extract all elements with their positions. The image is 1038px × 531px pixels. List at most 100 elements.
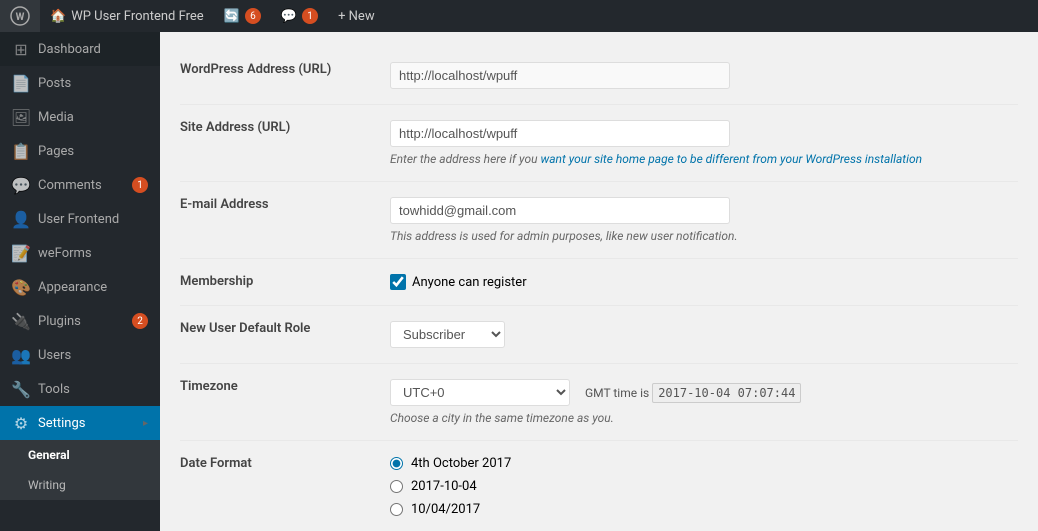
date-format-option-1: 4th October 2017 [390,456,1008,471]
site-name-label: WP User Frontend Free [71,9,204,24]
timezone-select[interactable]: UTC+0 UTC+1 UTC-5 [390,379,570,406]
wp-address-label: WordPress Address (URL) [180,47,380,105]
sidebar-item-label: Comments [38,178,102,193]
membership-checkbox[interactable] [390,274,406,290]
wp-logo-bar-item[interactable]: W [0,0,40,32]
settings-icon: ⚙ [12,414,30,432]
email-cell: This address is used for admin purposes,… [380,182,1018,259]
updates-icon: 🔄 [224,9,240,24]
sidebar-item-media[interactable]: 🖼 Media [0,100,160,134]
site-address-hint: Enter the address here if you want your … [390,152,1008,166]
membership-cell: Anyone can register [380,259,1018,306]
users-icon: 👥 [12,346,30,364]
date-format-radio-2[interactable] [390,480,403,493]
sidebar-item-label: Media [38,110,74,125]
date-format-label-1: 4th October 2017 [411,456,511,471]
sidebar-item-label: Pages [38,144,74,159]
email-hint: This address is used for admin purposes,… [390,229,1008,243]
svg-text:W: W [16,12,25,23]
wp-address-cell [380,47,1018,105]
email-input[interactable] [390,197,730,224]
site-address-input[interactable] [390,120,730,147]
date-format-option-2: 2017-10-04 [390,479,1008,494]
sidebar-item-weforms[interactable]: 📝 weForms [0,236,160,270]
sidebar-item-label: Users [38,348,71,363]
date-format-cell: 4th October 2017 2017-10-04 10/04/2017 [380,441,1018,531]
table-row: Membership Anyone can register [180,259,1018,306]
date-format-option-3: 10/04/2017 [390,502,1008,517]
sidebar-item-writing[interactable]: Writing [0,470,160,500]
sidebar-item-plugins[interactable]: 🔌 Plugins 2 [0,304,160,338]
date-format-radio-3[interactable] [390,503,403,516]
table-row: E-mail Address This address is used for … [180,182,1018,259]
date-format-label-2: 2017-10-04 [411,479,477,494]
sidebar-item-users[interactable]: 👥 Users [0,338,160,372]
site-name-bar-item[interactable]: 🏠 WP User Frontend Free [40,0,214,32]
home-icon: 🏠 [50,9,66,24]
date-format-label-3: 10/04/2017 [411,502,480,517]
posts-icon: 📄 [12,74,30,92]
new-bar-item[interactable]: + New [328,0,385,32]
date-format-radio-1[interactable] [390,457,403,470]
sidebar-item-label: Dashboard [38,42,101,57]
user-frontend-icon: 👤 [12,210,30,228]
date-format-label: Date Format [180,441,380,531]
sidebar-item-label: Appearance [38,280,107,295]
sidebar-item-appearance[interactable]: 🎨 Appearance [0,270,160,304]
main-content: WordPress Address (URL) Site Address (UR… [160,0,1038,531]
membership-label: Membership [180,259,380,306]
sidebar-item-label: Plugins [38,314,81,329]
comments-icon: 💬 [281,9,297,24]
table-row: WordPress Address (URL) [180,47,1018,105]
comments-count: 1 [302,8,318,24]
sidebar-item-label: Tools [38,382,70,397]
sidebar-item-posts[interactable]: 📄 Posts [0,66,160,100]
sidebar: ⊞ Dashboard 📄 Posts 🖼 Media 📋 Pages 💬 Co… [0,0,160,531]
comments-menu-icon: 💬 [12,176,30,194]
table-row: Date Format 4th October 2017 2017-10-04 [180,441,1018,531]
updates-bar-item[interactable]: 🔄 6 [214,0,271,32]
sidebar-item-label: Posts [38,76,71,91]
membership-checkbox-wrap: Anyone can register [390,274,1008,290]
pages-icon: 📋 [12,142,30,160]
sidebar-item-pages[interactable]: 📋 Pages [0,134,160,168]
sidebar-item-tools[interactable]: 🔧 Tools [0,372,160,406]
table-row: Site Address (URL) Enter the address her… [180,105,1018,182]
sidebar-item-comments[interactable]: 💬 Comments 1 [0,168,160,202]
timezone-cell: UTC+0 UTC+1 UTC-5 GMT time is 2017-10-04… [380,364,1018,441]
table-row: Timezone UTC+0 UTC+1 UTC-5 GMT time is 2 [180,364,1018,441]
date-format-radio-group: 4th October 2017 2017-10-04 10/04/2017 [390,456,1008,517]
sidebar-item-settings[interactable]: ⚙ Settings ▸ [0,406,160,440]
site-address-hint-link[interactable]: want your site home page to be different… [540,152,922,166]
new-user-role-label: New User Default Role [180,306,380,364]
new-user-role-cell: Subscriber Contributor Author Editor Adm… [380,306,1018,364]
appearance-icon: 🎨 [12,278,30,296]
sidebar-item-dashboard[interactable]: ⊞ Dashboard [0,32,160,66]
gmt-info: GMT time is 2017-10-04 07:07:44 [585,386,801,400]
plugins-badge: 2 [132,313,148,329]
updates-count: 6 [245,8,261,24]
site-address-cell: Enter the address here if you want your … [380,105,1018,182]
chevron-right-icon: ▸ [143,418,148,429]
gmt-time: 2017-10-04 07:07:44 [652,383,801,403]
comments-badge: 1 [132,177,148,193]
weforms-icon: 📝 [12,244,30,262]
sidebar-item-label: weForms [38,246,92,261]
sidebar-item-label: User Frontend [38,212,119,227]
plugins-icon: 🔌 [12,312,30,330]
dashboard-icon: ⊞ [12,40,30,58]
timezone-label: Timezone [180,364,380,441]
sidebar-item-general[interactable]: General [0,440,160,470]
membership-checkbox-label: Anyone can register [412,275,527,290]
submenu-general-label: General [28,448,70,462]
comments-bar-item[interactable]: 💬 1 [271,0,328,32]
wp-address-input[interactable] [390,62,730,89]
tools-icon: 🔧 [12,380,30,398]
wp-logo-icon: W [10,6,30,26]
sidebar-item-user-frontend[interactable]: 👤 User Frontend [0,202,160,236]
new-label: + New [338,9,375,24]
timezone-row: UTC+0 UTC+1 UTC-5 GMT time is 2017-10-04… [390,379,1008,406]
new-user-role-select[interactable]: Subscriber Contributor Author Editor Adm… [390,321,505,348]
site-address-label: Site Address (URL) [180,105,380,182]
sidebar-item-label: Settings [38,416,85,431]
